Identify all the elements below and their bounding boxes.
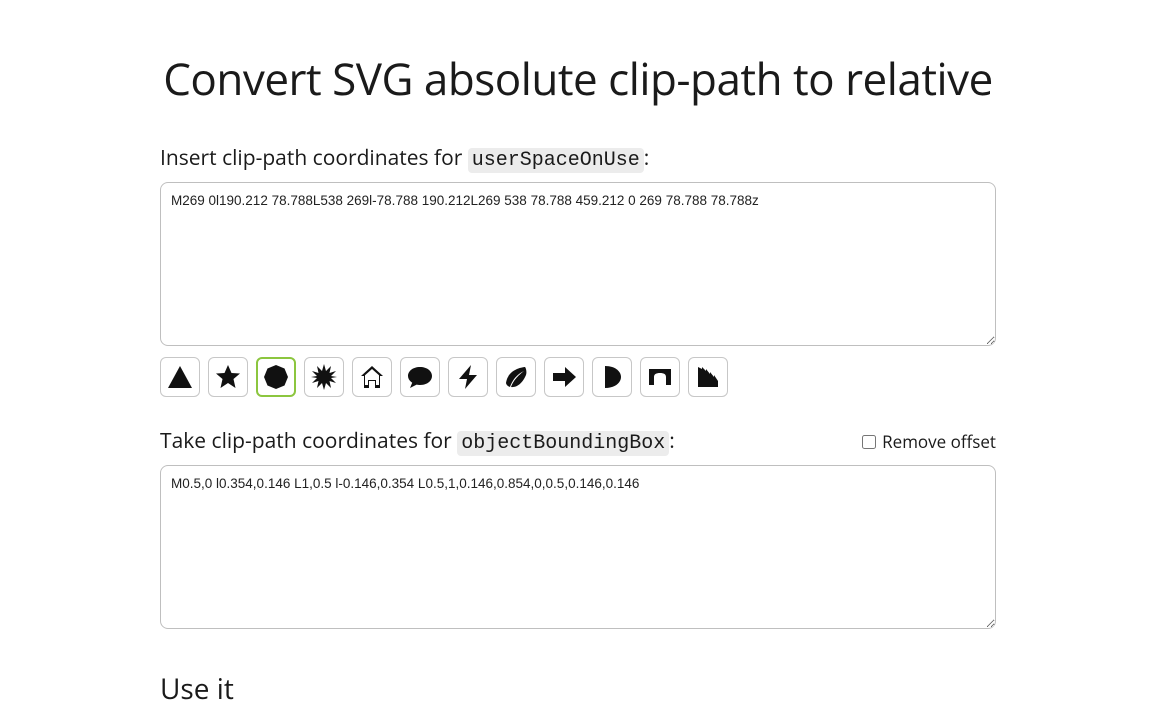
remove-offset-label[interactable]: Remove offset [862,430,996,455]
input-textarea[interactable] [160,182,996,346]
shape-octagon-button[interactable] [256,357,296,397]
shape-chat-button[interactable] [400,357,440,397]
shape-house-button[interactable] [352,357,392,397]
leaf-icon [502,363,530,391]
userspace-code: userSpaceOnUse [468,148,644,173]
burst-icon [310,363,338,391]
objectbbox-code: objectBoundingBox [457,431,669,456]
arrow-icon [550,363,578,391]
bolt-icon [454,363,482,391]
house-icon [358,363,386,391]
output-label-suffix: : [669,427,675,455]
remove-offset-checkbox[interactable] [862,435,876,449]
shape-triangle-button[interactable] [160,357,200,397]
shape-saw-button[interactable] [688,357,728,397]
output-label: Take clip-path coordinates for objectBou… [160,427,675,455]
shape-arrow-button[interactable] [544,357,584,397]
saw-icon [694,363,722,391]
octagon-icon [262,363,290,391]
star-icon [214,363,242,391]
output-label-prefix: Take clip-path coordinates for [160,427,457,455]
shape-bridge-button[interactable] [640,357,680,397]
bridge-icon [646,363,674,391]
shape-halfcircle-button[interactable] [592,357,632,397]
shape-leaf-button[interactable] [496,357,536,397]
shape-bolt-button[interactable] [448,357,488,397]
halfcircle-icon [598,363,626,391]
main-container: Convert SVG absolute clip-path to relati… [160,0,996,708]
shape-burst-button[interactable] [304,357,344,397]
use-it-heading: Use it [160,670,996,708]
input-label: Insert clip-path coordinates for userSpa… [160,144,996,172]
remove-offset-text: Remove offset [882,430,996,453]
output-textarea[interactable] [160,465,996,629]
input-label-prefix: Insert clip-path coordinates for [160,144,468,172]
page-title: Convert SVG absolute clip-path to relati… [160,48,996,108]
output-header-row: Take clip-path coordinates for objectBou… [160,427,996,455]
shape-star-button[interactable] [208,357,248,397]
chat-icon [406,363,434,391]
shape-presets-row [160,357,996,397]
input-label-suffix: : [644,144,650,172]
triangle-icon [166,363,194,391]
